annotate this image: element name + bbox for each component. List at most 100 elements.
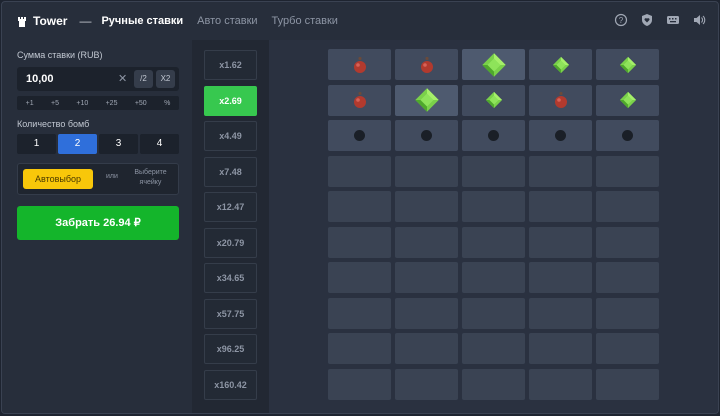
bomb-count-3[interactable]: 3 [99, 134, 138, 154]
grid-cell-r10-c2 [395, 368, 458, 400]
grid-cell-r6-c1 [328, 226, 391, 258]
tab-manual-bets[interactable]: Ручные ставки [101, 15, 183, 27]
grid-cell-r7-c1 [328, 262, 391, 293]
multiplier-x57-75: x57.75 [204, 298, 257, 329]
help-icon[interactable]: ? [614, 13, 628, 27]
tab-auto-bets[interactable]: Авто ставки [197, 15, 257, 27]
quick-bet-plus5[interactable]: +5 [51, 100, 59, 107]
grid-cell-r1-c3 [462, 49, 525, 80]
grid-cell-r7-c5 [596, 262, 659, 293]
grid-cell-r3-c1[interactable] [328, 120, 391, 151]
bomb-count-4[interactable]: 4 [140, 134, 179, 154]
gem-icon [619, 56, 637, 74]
grid-cell-r9-c1 [328, 333, 391, 364]
auto-select-row: Автовыбор или Выберите ячейку [17, 163, 179, 195]
grid-cell-r1-c5 [596, 49, 659, 80]
grid-cell-r3-c4[interactable] [529, 120, 592, 151]
gem-icon [619, 91, 637, 109]
bomb-icon [353, 91, 367, 109]
hole-dot-icon [421, 130, 432, 141]
bomb-count-label: Количество бомб [17, 119, 90, 129]
sound-icon[interactable] [692, 13, 706, 27]
app-window: Tower — Ручные ставки Авто ставки Турбо … [1, 1, 719, 414]
bet-amount-field[interactable]: 10,00 ✕ /2 X2 [17, 67, 179, 91]
multiplier-x7-48: x7.48 [204, 156, 257, 187]
grid-cell-r1-c2 [395, 49, 458, 80]
grid-cell-r8-c4 [529, 297, 592, 329]
app-title: Tower [33, 14, 68, 28]
bet-panel: Сумма ставки (RUB) 10,00 ✕ /2 X2 +1 +5 +… [2, 40, 192, 413]
grid-cell-r8-c3 [462, 297, 525, 329]
title-separator: — [79, 14, 92, 28]
bomb-count-1[interactable]: 1 [17, 134, 56, 154]
auto-select-button[interactable]: Автовыбор [23, 169, 93, 189]
grid-cell-r5-c3 [462, 191, 525, 222]
multiplier-x2-69: x2.69 [204, 85, 257, 116]
bet-amount-value[interactable]: 10,00 [26, 73, 54, 85]
grid-cell-r5-c5 [596, 191, 659, 222]
bomb-count-2[interactable]: 2 [58, 134, 97, 154]
grid-cell-r10-c4 [529, 368, 592, 400]
grid-cell-r8-c5 [596, 297, 659, 329]
grid-cell-r2-c4 [529, 84, 592, 116]
grid-cell-r4-c2 [395, 155, 458, 187]
hole-dot-icon [488, 130, 499, 141]
gem-icon [485, 91, 503, 109]
bet-amount-label: Сумма ставки (RUB) [17, 50, 103, 60]
multiplier-column: x1.62 x2.69 x4.49 x7.48 x12.47 x20.79 x34.65 x5… [192, 40, 269, 413]
multiplier-x12-47: x12.47 [204, 192, 257, 222]
keyboard-icon[interactable] [666, 13, 680, 27]
header-toolbar: ? [614, 13, 706, 27]
grid-cell-r7-c4 [529, 262, 592, 293]
grid-cell-r4-c5 [596, 155, 659, 187]
grid-cell-r9-c4 [529, 333, 592, 364]
hole-dot-icon [354, 130, 365, 141]
grid-cell-r7-c3 [462, 262, 525, 293]
grid-cell-r5-c4 [529, 191, 592, 222]
hole-dot-icon [555, 130, 566, 141]
grid-cell-r8-c2 [395, 297, 458, 329]
quick-bet-plus25[interactable]: +25 [106, 100, 118, 107]
quick-bet-plus1[interactable]: +1 [26, 100, 34, 107]
gem-icon [414, 87, 440, 113]
shield-heart-icon[interactable] [640, 13, 654, 27]
clear-bet-button[interactable]: ✕ [118, 72, 127, 85]
grid-cell-r4-c1 [328, 155, 391, 187]
tower-grid [269, 40, 718, 413]
grid-cell-r5-c2 [395, 191, 458, 222]
grid-cell-r10-c3 [462, 368, 525, 400]
grid-cell-r8-c1 [328, 297, 391, 329]
multiplier-x160-42: x160.42 [204, 369, 257, 400]
quick-bet-plus50[interactable]: +50 [135, 100, 147, 107]
grid-cell-r4-c4 [529, 155, 592, 187]
grid-cell-r2-c1 [328, 84, 391, 116]
grid-cell-r9-c2 [395, 333, 458, 364]
tab-turbo-bets[interactable]: Турбо ставки [272, 15, 338, 27]
gem-icon [481, 52, 507, 78]
grid-cell-r6-c4 [529, 226, 592, 258]
multiplier-x4-49: x4.49 [204, 121, 257, 151]
grid-cell-r1-c4 [529, 49, 592, 80]
grid-cell-r6-c2 [395, 226, 458, 258]
grid-cell-r9-c3 [462, 333, 525, 364]
quick-bet-row: +1 +5 +10 +25 +50 % [17, 96, 179, 110]
quick-bet-percent[interactable]: % [164, 100, 170, 107]
grid-cell-r2-c5 [596, 84, 659, 116]
grid-cell-r3-c5[interactable] [596, 120, 659, 151]
multiplier-x96-25: x96.25 [204, 334, 257, 364]
header: Tower — Ручные ставки Авто ставки Турбо … [2, 2, 718, 40]
gem-icon [552, 56, 570, 74]
grid-cell-r9-c5 [596, 333, 659, 364]
cashout-button[interactable]: Забрать 26.94 ₽ [17, 206, 179, 240]
tower-icon [16, 15, 28, 27]
quick-bet-plus10[interactable]: +10 [76, 100, 88, 107]
bomb-icon [353, 56, 367, 74]
grid-cell-r3-c2[interactable] [395, 120, 458, 151]
bomb-icon [554, 91, 568, 109]
double-bet-button[interactable]: X2 [156, 70, 175, 88]
hole-dot-icon [622, 130, 633, 141]
multiplier-x1-62: x1.62 [204, 50, 257, 80]
half-bet-button[interactable]: /2 [134, 70, 153, 88]
grid-cell-r3-c3[interactable] [462, 120, 525, 151]
grid-cell-r10-c1 [328, 368, 391, 400]
